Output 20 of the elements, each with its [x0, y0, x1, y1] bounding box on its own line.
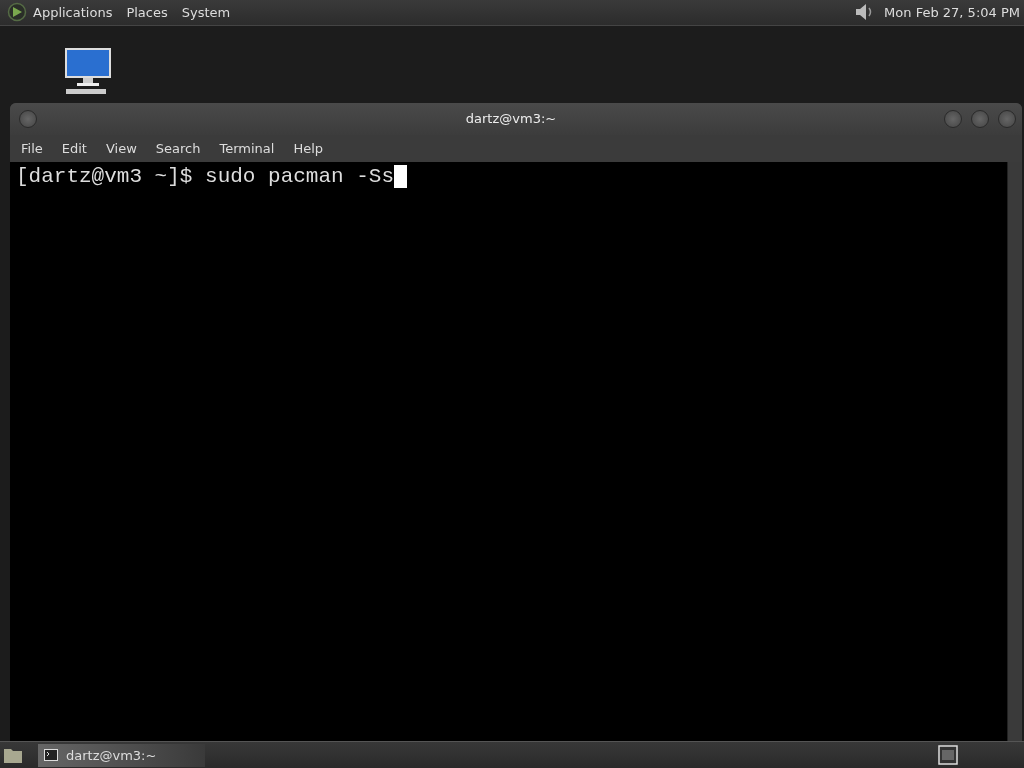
clock[interactable]: Mon Feb 27, 5:04 PM — [884, 5, 1020, 20]
panel-menu[interactable]: Applications — [33, 5, 113, 20]
panel-menu[interactable]: System — [181, 5, 231, 20]
terminal-icon — [44, 749, 58, 762]
menu-item[interactable]: Terminal — [219, 140, 275, 156]
menu-item[interactable]: Edit — [61, 140, 87, 156]
panel-menu[interactable]: Places — [126, 5, 168, 20]
workspace-switcher-icon[interactable] — [938, 745, 958, 766]
menu-item[interactable]: Search — [155, 140, 201, 156]
menu-item[interactable]: File — [21, 140, 43, 156]
menu-item[interactable]: Help — [293, 140, 324, 156]
taskbar-button[interactable]: dartz@vm3:~ — [38, 743, 205, 767]
menu-item[interactable]: View — [105, 140, 137, 156]
logo-icon[interactable] — [7, 2, 27, 23]
scrollbar[interactable] — [1007, 161, 1022, 742]
text-cursor — [394, 164, 408, 188]
folder-icon[interactable] — [3, 746, 23, 765]
command-line: [dartz@vm3 ~]$ sudo pacman -Ss — [16, 163, 395, 190]
computer-icon[interactable] — [63, 45, 113, 96]
window-title: dartz@vm3:~ — [464, 111, 558, 127]
